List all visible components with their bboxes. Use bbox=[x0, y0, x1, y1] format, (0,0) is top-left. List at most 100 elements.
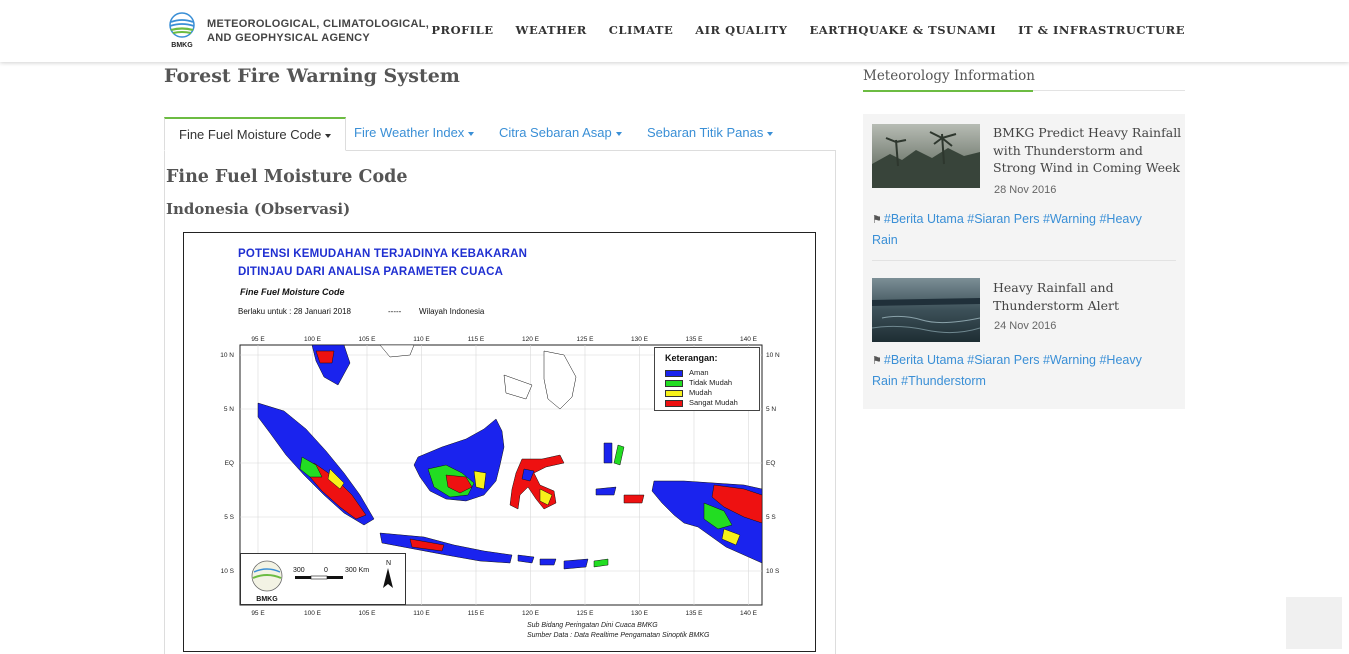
news-tags-line1[interactable]: ⚑ #Berita Utama #Siaran Pers #Warning #He… bbox=[872, 209, 1142, 230]
lat-tick-label: EQ bbox=[766, 460, 775, 467]
sidebar-title-accent bbox=[863, 90, 1033, 92]
lon-tick-label: 120 E bbox=[522, 610, 540, 617]
news-tags-line2[interactable]: Rain #Thunderstorm bbox=[872, 371, 1142, 391]
news-title-line: Strong Wind in Coming Week bbox=[993, 160, 1180, 175]
legend-item-mudah: Mudah bbox=[665, 388, 712, 397]
tab-label: Fine Fuel Moisture Code bbox=[179, 127, 322, 142]
scroll-to-top-button[interactable] bbox=[1286, 597, 1342, 649]
main-nav: PROFILE WEATHER CLIMATE AIR QUALITY EART… bbox=[431, 23, 1185, 37]
news-tags-line2[interactable]: Rain bbox=[872, 230, 1142, 250]
tags-icon: ⚑ bbox=[872, 355, 882, 367]
lon-tick-label: 110 E bbox=[413, 336, 430, 343]
ffmc-map-image: POTENSI KEMUDAHAN TERJADINYA KEBAKARAN D… bbox=[183, 232, 816, 652]
tags-icon: ⚑ bbox=[872, 214, 882, 226]
lon-tick-label: 140 E bbox=[740, 336, 758, 343]
lon-tick-label: 95 E bbox=[251, 336, 265, 343]
news-thumbnail-rain[interactable] bbox=[872, 278, 980, 342]
tab-sebaran-titik-panas[interactable]: Sebaran Titik Panas bbox=[633, 117, 787, 151]
lon-tick-label: 100 E bbox=[304, 336, 322, 343]
lon-ticks-bottom: 95 E 100 E 105 E 110 E 115 E 120 E 125 E 130 E 1… bbox=[251, 610, 757, 617]
nav-it-infrastructure[interactable]: IT & INFRASTRUCTURE bbox=[1018, 23, 1185, 37]
caret-down-icon bbox=[325, 133, 332, 138]
news-divider bbox=[872, 260, 1176, 261]
lon-tick-label: 95 E bbox=[251, 610, 265, 617]
legend-swatch bbox=[665, 369, 683, 377]
agency-name[interactable]: METEOROLOGICAL, CLIMATOLOGICAL, AND GEOP… bbox=[207, 17, 429, 45]
site-header: BMKG METEOROLOGICAL, CLIMATOLOGICAL, AND… bbox=[0, 0, 1349, 62]
north-label: N bbox=[386, 560, 391, 567]
lat-ticks-left: 10 N 5 N EQ 5 S 10 S bbox=[220, 352, 234, 575]
lat-ticks-right: 10 N 5 N EQ 5 S 10 S bbox=[766, 352, 780, 575]
news-date: 24 Nov 2016 bbox=[994, 320, 1057, 332]
section-title: Fine Fuel Moisture Code bbox=[166, 167, 408, 187]
scale-label-zero: 0 bbox=[324, 567, 328, 574]
scale-label-left: 300 bbox=[293, 567, 305, 574]
map-credit-line2: Sumber Data : Data Realtime Pengamatan S… bbox=[527, 632, 710, 639]
news-tags: ⚑ #Berita Utama #Siaran Pers #Warning #He… bbox=[872, 209, 1142, 250]
section-subtitle: Indonesia (Observasi) bbox=[166, 200, 351, 218]
svg-text:BMKG: BMKG bbox=[171, 42, 193, 49]
legend-label: Aman bbox=[689, 368, 709, 377]
legend-item-tidak-mudah: Tidak Mudah bbox=[665, 378, 732, 387]
news-title[interactable]: BMKG Predict Heavy Rainfall with Thunder… bbox=[993, 124, 1181, 177]
lon-tick-label: 140 E bbox=[740, 610, 758, 617]
lon-ticks-top: 95 E 100 E 105 E 110 E 115 E 120 E 125 E 130 E 1… bbox=[251, 336, 757, 343]
nav-air-quality[interactable]: AIR QUALITY bbox=[695, 23, 787, 37]
legend-swatch bbox=[665, 379, 683, 387]
news-thumbnail-storm[interactable] bbox=[872, 124, 980, 188]
legend-item-sangat-mudah: Sangat Mudah bbox=[665, 398, 738, 407]
news-tags-text[interactable]: #Berita Utama #Siaran Pers #Warning #Hea… bbox=[884, 212, 1142, 226]
agency-name-line1: METEOROLOGICAL, CLIMATOLOGICAL, bbox=[207, 18, 430, 30]
scale-graphic: BMKG 300 0 300 Km N bbox=[251, 560, 393, 603]
nav-climate[interactable]: CLIMATE bbox=[609, 23, 673, 37]
page-title: Forest Fire Warning System bbox=[164, 65, 460, 87]
lat-tick-label: EQ bbox=[225, 460, 234, 467]
tab-citra-sebaran-asap[interactable]: Citra Sebaran Asap bbox=[485, 117, 636, 151]
lon-tick-label: 130 E bbox=[631, 610, 649, 617]
lat-tick-label: 10 S bbox=[766, 568, 780, 575]
lat-tick-label: 5 N bbox=[766, 406, 776, 413]
legend-item-aman: Aman bbox=[665, 368, 709, 377]
lon-tick-label: 125 E bbox=[577, 610, 595, 617]
north-arrow-icon bbox=[383, 568, 393, 588]
nav-profile[interactable]: PROFILE bbox=[431, 23, 493, 37]
bmkg-logo[interactable]: BMKG bbox=[167, 12, 197, 50]
lat-tick-label: 5 S bbox=[224, 514, 234, 521]
lat-tick-label: 5 S bbox=[766, 514, 776, 521]
lon-tick-label: 130 E bbox=[631, 336, 649, 343]
map-scale-box: BMKG 300 0 300 Km N bbox=[240, 553, 406, 605]
tab-label: Fire Weather Index bbox=[354, 125, 465, 140]
news-title[interactable]: Heavy Rainfall and Thunderstorm Alert bbox=[993, 279, 1119, 314]
caret-down-icon bbox=[767, 131, 774, 136]
news-title-line: Heavy Rainfall and bbox=[993, 280, 1114, 295]
news-tags-line1[interactable]: ⚑ #Berita Utama #Siaran Pers #Warning #He… bbox=[872, 350, 1142, 371]
lon-tick-label: 110 E bbox=[413, 610, 430, 617]
map-credit-line1: Sub Bidang Peringatan Dini Cuaca BMKG bbox=[527, 622, 658, 629]
news-title-line: Thunderstorm Alert bbox=[993, 297, 1120, 313]
legend-label: Sangat Mudah bbox=[689, 398, 738, 407]
lon-tick-label: 100 E bbox=[304, 610, 322, 617]
tab-fire-weather-index[interactable]: Fire Weather Index bbox=[340, 117, 488, 151]
tab-fine-fuel-moisture-code[interactable]: Fine Fuel Moisture Code bbox=[164, 117, 347, 151]
caret-down-icon bbox=[468, 131, 475, 136]
tab-label: Sebaran Titik Panas bbox=[647, 125, 764, 140]
lat-tick-label: 10 N bbox=[220, 352, 234, 359]
news-title-line: BMKG Predict Heavy Rainfall bbox=[993, 125, 1182, 140]
legend-title: Keterangan: bbox=[665, 353, 718, 363]
tab-label: Citra Sebaran Asap bbox=[499, 125, 612, 140]
nav-weather[interactable]: WEATHER bbox=[516, 23, 587, 37]
lon-tick-label: 115 E bbox=[468, 336, 485, 343]
scale-label-right: 300 Km bbox=[345, 567, 369, 574]
sidebar-title: Meteorology Information bbox=[863, 68, 1035, 84]
legend-label: Tidak Mudah bbox=[689, 378, 733, 387]
lon-tick-label: 125 E bbox=[577, 336, 595, 343]
nav-earthquake-tsunami[interactable]: EARTHQUAKE & TSUNAMI bbox=[809, 23, 996, 37]
tab-bar: Fine Fuel Moisture Code Fire Weather Ind… bbox=[164, 117, 836, 151]
lat-tick-label: 5 N bbox=[224, 406, 234, 413]
map-legend: Keterangan: Aman Tidak Mudah Mudah Sanga… bbox=[654, 347, 760, 411]
news-tags-text[interactable]: #Berita Utama #Siaran Pers #Warning #Hea… bbox=[884, 353, 1142, 367]
lat-tick-label: 10 N bbox=[766, 352, 780, 359]
news-tags: ⚑ #Berita Utama #Siaran Pers #Warning #He… bbox=[872, 350, 1142, 391]
agency-name-line2: AND GEOPHYSICAL AGENCY bbox=[207, 32, 371, 44]
lon-tick-label: 135 E bbox=[686, 336, 704, 343]
